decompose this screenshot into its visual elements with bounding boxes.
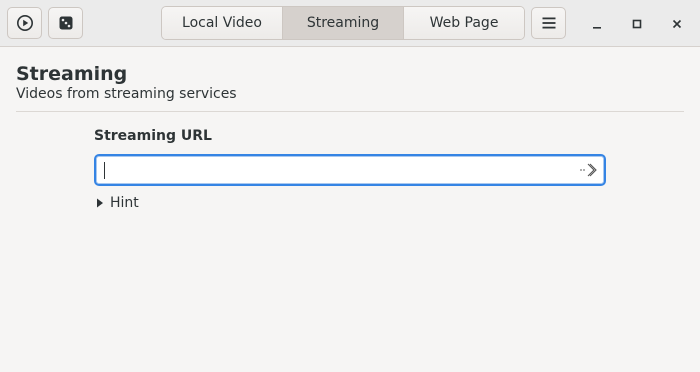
streaming-url-label: Streaming URL <box>94 128 212 144</box>
hint-label: Hint <box>110 195 139 211</box>
tab-streaming[interactable]: Streaming <box>283 7 404 39</box>
minimize-icon <box>593 27 601 29</box>
hint-expander[interactable]: Hint <box>96 194 139 212</box>
play-button[interactable] <box>7 7 42 39</box>
go-next-icon[interactable] <box>579 162 597 178</box>
streaming-url-input[interactable] <box>102 160 572 180</box>
tab-web-page[interactable]: Web Page <box>404 7 524 39</box>
page-title: Streaming <box>16 63 128 85</box>
close-icon <box>672 19 682 29</box>
play-circle-icon <box>16 15 33 31</box>
dice-icon <box>59 16 72 30</box>
close-button[interactable] <box>665 12 689 36</box>
tab-local-video[interactable]: Local Video <box>162 7 283 39</box>
main-menu-button[interactable] <box>531 7 566 39</box>
minimize-button[interactable] <box>585 12 609 36</box>
expander-arrow-icon <box>97 198 103 208</box>
streaming-url-field[interactable] <box>94 154 606 186</box>
page-subtitle: Videos from streaming services <box>16 86 237 102</box>
maximize-button[interactable] <box>625 12 649 36</box>
maximize-icon <box>632 19 642 29</box>
text-caret <box>104 162 105 179</box>
hamburger-menu-icon <box>542 17 555 29</box>
header-bar: Local Video Streaming Web Page <box>0 0 700 47</box>
random-button[interactable] <box>48 7 83 39</box>
view-switcher: Local Video Streaming Web Page <box>161 6 525 40</box>
separator <box>16 111 684 112</box>
